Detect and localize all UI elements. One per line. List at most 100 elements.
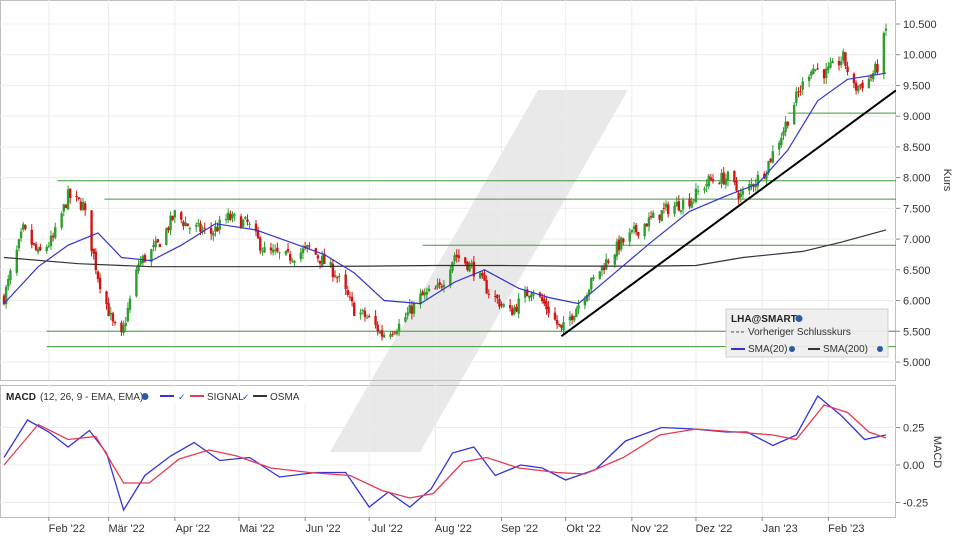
candle-body (493, 295, 497, 297)
candle-body (677, 201, 681, 211)
macd-panel-frame (0, 385, 896, 518)
candle-body (335, 277, 339, 279)
legend-globe-icon[interactable] (795, 315, 803, 322)
candle-body (839, 61, 843, 66)
month-label: Aug '22 (435, 523, 472, 535)
macd-ytick-label: -0.25 (903, 498, 928, 510)
legend-prev-close-label: Vorheriger Schlusskurs (748, 327, 851, 338)
candle-body (664, 203, 668, 208)
candle-body (271, 249, 275, 253)
candle-body (861, 82, 864, 89)
candle-body (632, 226, 636, 229)
candle-body (558, 323, 561, 326)
candle-body (500, 304, 503, 306)
candle-body (135, 269, 138, 297)
candle-body (592, 277, 595, 280)
candle-body (156, 239, 159, 243)
candle-body (75, 196, 78, 198)
candle-body (602, 267, 606, 270)
candle-body (393, 332, 397, 334)
candle-body (647, 217, 651, 227)
candle-body (630, 229, 634, 233)
legend-sma200-label: SMA(200) (823, 344, 868, 355)
legend-sma200-settings-icon[interactable] (877, 346, 883, 352)
candle-body (694, 188, 698, 203)
candle-body (261, 251, 264, 253)
candle-body (22, 224, 25, 230)
candle-body (511, 308, 514, 316)
candle-body (553, 312, 557, 320)
candle-body (827, 66, 830, 71)
candle-body (487, 293, 490, 295)
candle-body (227, 212, 230, 221)
candle-body (152, 244, 155, 248)
macd-globe-icon[interactable] (141, 393, 149, 400)
macd-check-icon: ✓ (178, 392, 186, 402)
candle-body (792, 105, 796, 125)
candle-body (19, 231, 23, 239)
candle-body (158, 244, 162, 248)
candle-body (126, 307, 130, 322)
candle-body (451, 261, 454, 271)
candle-body (293, 260, 296, 263)
candle-body (517, 298, 520, 314)
candle-body (263, 247, 266, 253)
candle-body (167, 227, 170, 231)
candle-body (350, 296, 354, 302)
candle-body (842, 51, 845, 61)
candle-body (182, 221, 185, 226)
candle-body (425, 291, 429, 295)
candle-body (301, 248, 305, 253)
candle-body (869, 76, 873, 78)
candle-body (816, 68, 819, 70)
macd-axis-label: MACD (931, 436, 943, 468)
candle-body (799, 91, 802, 93)
candle-body (94, 251, 98, 271)
candle-body (705, 184, 708, 187)
candle-body (555, 319, 559, 325)
candle-body (434, 288, 437, 290)
macd-legend-title: MACD (6, 392, 36, 403)
candle-body (7, 279, 10, 287)
candle-body (406, 312, 409, 316)
candle-body (795, 91, 798, 104)
candle-body (449, 269, 452, 286)
price-ytick-label: 8.500 (903, 142, 931, 154)
candle-body (54, 227, 57, 238)
price-ytick-label: 6.000 (903, 296, 931, 308)
chart-svg: 5.000 5.500 6.000 6.500 7.000 7.500 8.000 8.500… (0, 0, 953, 535)
candle-body (739, 193, 742, 198)
month-label: Feb '23 (828, 523, 864, 535)
month-label: Jul '22 (371, 523, 402, 535)
candle-body (679, 209, 683, 212)
candle-body (696, 190, 700, 192)
candle-body (47, 245, 51, 247)
candle-body (139, 260, 142, 265)
macd-ytick-label: 0.25 (903, 423, 924, 435)
candle-body (64, 204, 68, 208)
candle-body (867, 78, 871, 89)
candle-body (468, 262, 471, 272)
signal-line (3, 404, 887, 499)
candle-body (513, 307, 516, 314)
candle-body (613, 254, 616, 265)
watermark-slash-logo (330, 90, 628, 452)
candle-body (515, 306, 518, 312)
candle-body (666, 204, 670, 215)
candle-body (137, 264, 140, 271)
candle-body (214, 226, 217, 232)
macd-legend: MACD (12, 26, 9 - EMA, EMA) SIGNAL OSMA ✓ ✓ (2, 388, 312, 404)
candle-body (367, 316, 371, 318)
candle-body (464, 257, 467, 264)
chart-root: 5.000 5.500 6.000 6.500 7.000 7.500 8.000 8.500… (0, 0, 960, 540)
candle-body (79, 201, 83, 210)
legend-sma20-settings-icon[interactable] (789, 346, 795, 352)
candle-body (391, 333, 394, 335)
macd-ytick-label: 0.00 (903, 460, 924, 472)
candle-body (51, 235, 55, 238)
candle-body (628, 232, 631, 242)
candle-body (344, 274, 347, 290)
price-ytick-label: 9.000 (903, 111, 931, 123)
candle-body (241, 219, 245, 227)
candle-body (269, 247, 273, 251)
